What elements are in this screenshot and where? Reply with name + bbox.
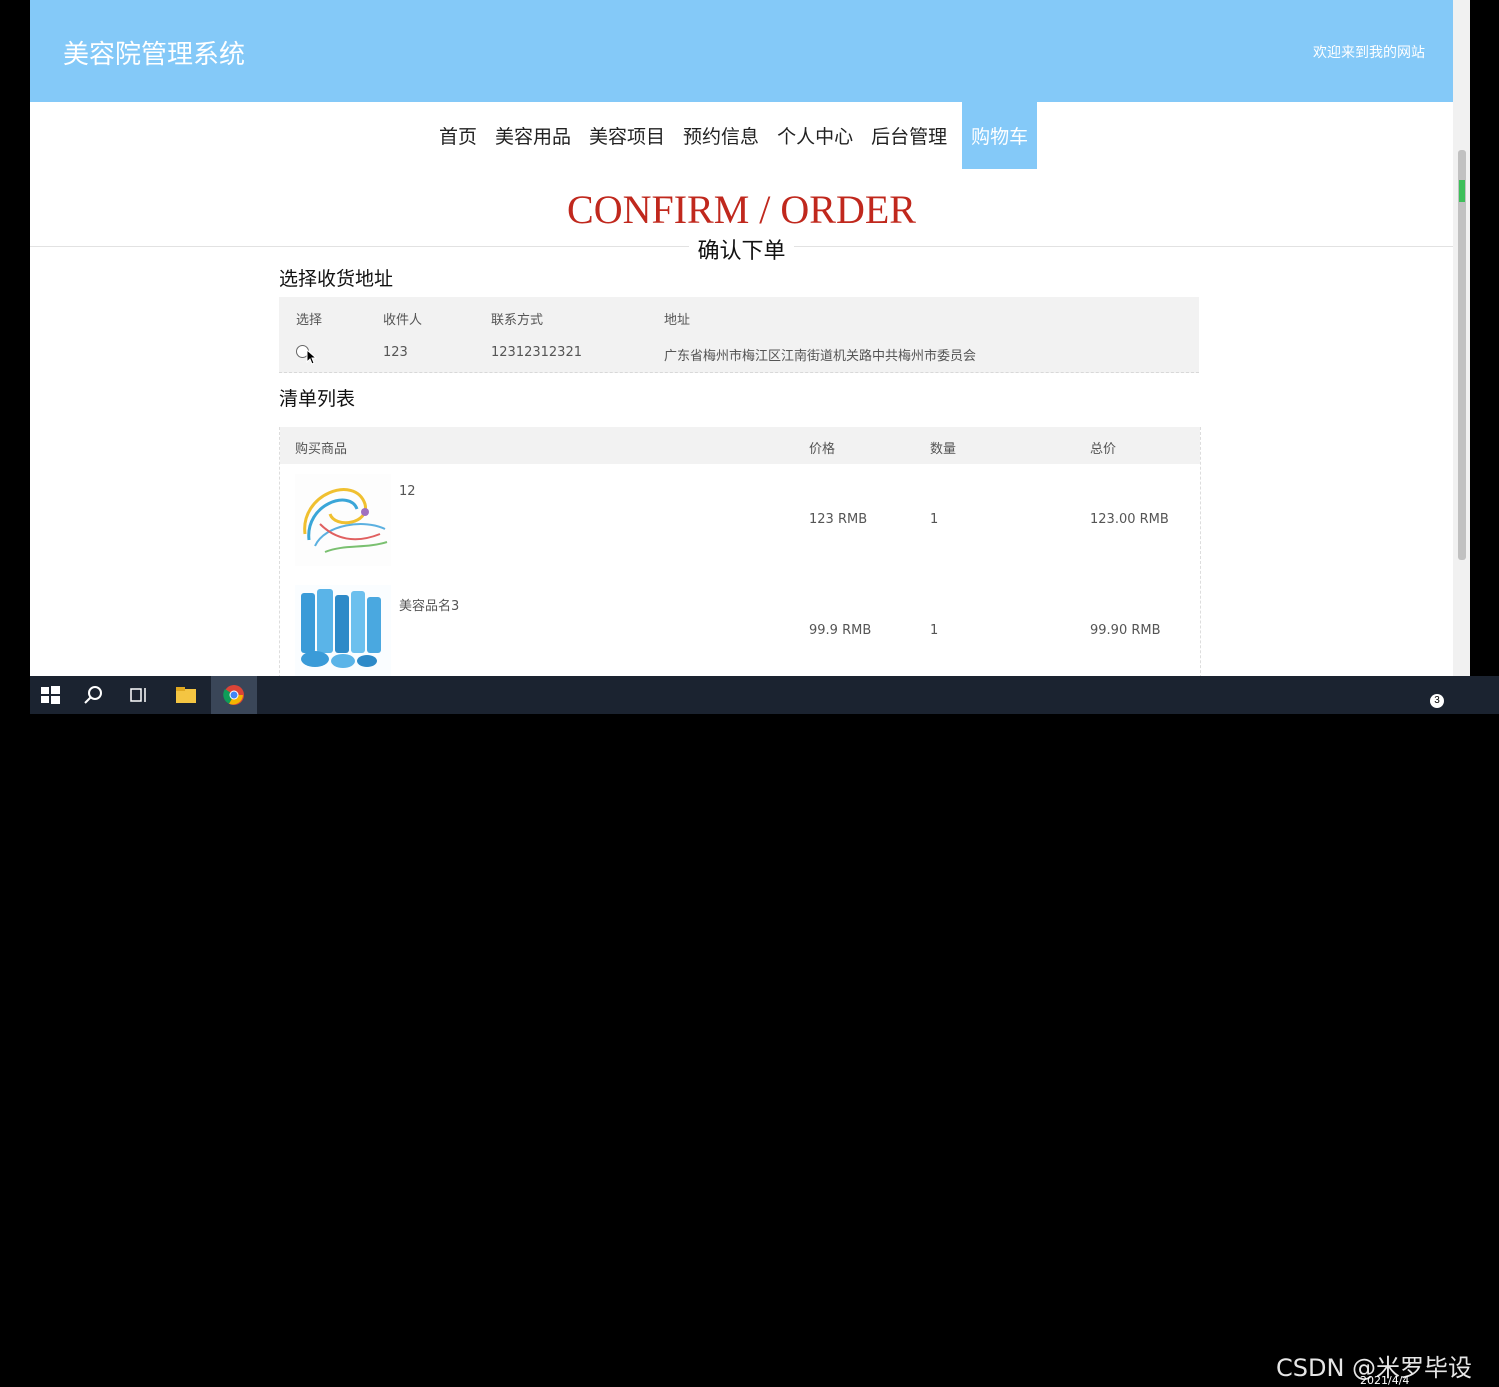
phone-value: 12312312321 [491, 345, 582, 360]
item-price: 123 RMB [809, 512, 868, 527]
address-table: 选择 收件人 联系方式 地址 123 12312312321 广东省梅州市梅江区… [279, 297, 1199, 373]
col-price: 价格 [809, 442, 836, 457]
col-address: 地址 [664, 313, 691, 328]
taskbar-date[interactable]: 2021/4/4 [1360, 1374, 1409, 1387]
site-header: 美容院管理系统 欢迎来到我的网站 [30, 0, 1453, 102]
col-total: 总价 [1090, 442, 1117, 457]
search-icon[interactable] [82, 683, 106, 707]
page-subtitle: 确认下单 [689, 239, 794, 264]
windows-taskbar: CSDN @米罗毕设 2021/4/4 3 [30, 676, 1499, 1387]
chrome-icon[interactable] [222, 683, 246, 707]
item-total: 99.90 RMB [1090, 623, 1161, 638]
browser-viewport: 美容院管理系统 欢迎来到我的网站 首页 美容用品 美容项目 预约信息 个人中心 … [30, 0, 1453, 676]
nav-item-beauty-products[interactable]: 美容用品 [486, 102, 580, 169]
col-recipient: 收件人 [383, 313, 423, 328]
nav-item-appointments[interactable]: 预约信息 [674, 102, 768, 169]
nav-item-personal-center[interactable]: 个人中心 [768, 102, 862, 169]
list-heading: 清单列表 [279, 388, 356, 410]
recipient-value: 123 [383, 345, 408, 360]
active-app-highlight [211, 676, 257, 714]
page-hero-title: CONFIRM / ORDER [567, 187, 916, 232]
nav-item-beauty-services[interactable]: 美容项目 [580, 102, 674, 169]
windows-start-icon[interactable] [38, 683, 62, 707]
nav-item-cart[interactable]: 购物车 [962, 102, 1038, 169]
product-image-swirl[interactable] [295, 474, 391, 566]
col-select: 选择 [296, 313, 323, 328]
col-product: 购买商品 [295, 442, 348, 457]
task-view-icon[interactable] [127, 683, 151, 707]
item-name[interactable]: 美容品名3 [399, 595, 459, 614]
file-explorer-icon[interactable] [174, 683, 198, 707]
address-heading: 选择收货地址 [279, 268, 394, 290]
order-list-table: 购买商品 价格 数量 总价 12 123 RMB 1 123.00 RMB 美容… [279, 427, 1201, 676]
page-subtitle-wrap: 确认下单 [30, 233, 1453, 265]
product-image-skincare[interactable] [295, 585, 391, 676]
notification-badge[interactable]: 3 [1430, 694, 1444, 708]
welcome-text: 欢迎来到我的网站 [1313, 45, 1425, 61]
vertical-scrollbar[interactable] [1453, 0, 1470, 676]
col-phone: 联系方式 [491, 313, 544, 328]
order-list-header: 购买商品 价格 数量 总价 [280, 427, 1200, 464]
site-title[interactable]: 美容院管理系统 [63, 34, 245, 71]
nav-item-home[interactable]: 首页 [430, 102, 486, 169]
item-qty: 1 [930, 623, 939, 638]
col-qty: 数量 [930, 442, 957, 457]
main-nav: 首页 美容用品 美容项目 预约信息 个人中心 后台管理 购物车 [430, 102, 1038, 169]
item-total: 123.00 RMB [1090, 512, 1169, 527]
scrollbar-thumb[interactable] [1458, 150, 1466, 560]
nav-item-admin[interactable]: 后台管理 [862, 102, 956, 169]
mouse-cursor-icon [306, 349, 318, 365]
address-value: 广东省梅州市梅江区江南街道机关路中共梅州市委员会 [664, 349, 977, 364]
item-price: 99.9 RMB [809, 623, 872, 638]
item-name[interactable]: 12 [399, 484, 416, 499]
item-qty: 1 [930, 512, 939, 527]
scroll-indicator-icon [1459, 180, 1465, 202]
